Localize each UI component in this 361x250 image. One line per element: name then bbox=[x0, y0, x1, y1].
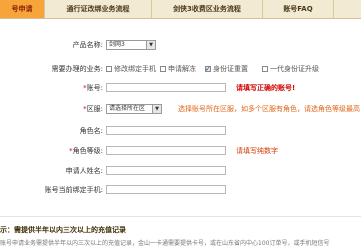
service-option-label: 修改绑定手机 bbox=[114, 65, 156, 73]
phone-label: 账号当前绑定手机: bbox=[44, 186, 103, 194]
role-name-row: 角色名: bbox=[0, 126, 361, 136]
zone-select[interactable]: 请选择所在区 ▼ bbox=[106, 104, 162, 114]
tab-rebind-process[interactable]: 通行证改绑业务流程 bbox=[45, 0, 152, 18]
services-label: 需要办理的业务: bbox=[51, 65, 103, 73]
product-select[interactable]: 剑网3 ▼ bbox=[106, 40, 156, 50]
chevron-down-icon: ▼ bbox=[152, 105, 161, 113]
tab-bar: 号申请 通行证改绑业务流程 剑侠3收费区业务流程 账号FAQ bbox=[0, 0, 361, 19]
service-checkbox-id-upgrade[interactable] bbox=[262, 66, 268, 72]
tab-account-faq[interactable]: 账号FAQ bbox=[263, 0, 334, 18]
zone-hint: 选择账号所在区服，如多个区服有角色，请选角色等级最高 bbox=[178, 105, 360, 113]
role-level-input[interactable] bbox=[106, 146, 226, 155]
tab-account-apply[interactable]: 号申请 bbox=[0, 0, 45, 18]
note-text: 账号申请业务需提供半年以内三次以上的充值记录，金山一卡通需要提供卡号，或在山东省… bbox=[0, 240, 330, 247]
services-row: 需要办理的业务: 修改绑定手机 申请解冻 身份证重置 一代身份证升级 bbox=[0, 64, 361, 74]
role-name-label: 角色名: bbox=[79, 127, 103, 135]
product-label: 产品名称: bbox=[72, 41, 103, 49]
phone-input[interactable] bbox=[106, 185, 226, 194]
role-level-label: *角色等级: bbox=[69, 147, 103, 155]
product-select-value: 剑网3 bbox=[109, 41, 125, 48]
role-level-hint: 请填写纯数字 bbox=[236, 147, 278, 155]
tab-paid-zone-process[interactable]: 剑侠3收费区业务流程 bbox=[152, 0, 263, 18]
zone-select-value: 请选择所在区 bbox=[109, 105, 146, 112]
phone-row: 账号当前绑定手机: bbox=[0, 185, 361, 195]
service-option-label: 身份证重置 bbox=[213, 65, 248, 73]
applicant-row: 申请人姓名: bbox=[0, 166, 361, 176]
service-checkbox-unfreeze[interactable] bbox=[160, 66, 166, 72]
service-option-label: 申请解冻 bbox=[168, 65, 196, 73]
note-title: 示：需提供半年以内三次以上的充值记录 bbox=[0, 226, 126, 234]
service-checkbox-id-reset[interactable] bbox=[205, 64, 211, 74]
account-row: *账号: 请填写正确的账号! bbox=[0, 83, 361, 93]
account-input[interactable] bbox=[106, 83, 226, 92]
chevron-down-icon: ▼ bbox=[146, 41, 155, 49]
role-level-row: *角色等级: 请填写纯数字 bbox=[0, 146, 361, 156]
service-option-label: 一代身份证升级 bbox=[270, 65, 319, 73]
product-row: 产品名称: 剑网3 ▼ bbox=[0, 40, 361, 50]
section-divider bbox=[0, 216, 361, 217]
zone-row: *区服: 请选择所在区 ▼ 选择账号所在区服，如多个区服有角色，请选角色等级最高 bbox=[0, 104, 361, 114]
account-hint: 请填写正确的账号! bbox=[236, 84, 296, 92]
account-label: *账号: bbox=[83, 84, 103, 92]
role-name-input[interactable] bbox=[106, 126, 226, 135]
applicant-input[interactable] bbox=[106, 166, 226, 175]
zone-label: *区服: bbox=[83, 105, 103, 113]
applicant-label: 申请人姓名: bbox=[65, 167, 103, 175]
service-checkbox-change-phone[interactable] bbox=[106, 66, 112, 72]
